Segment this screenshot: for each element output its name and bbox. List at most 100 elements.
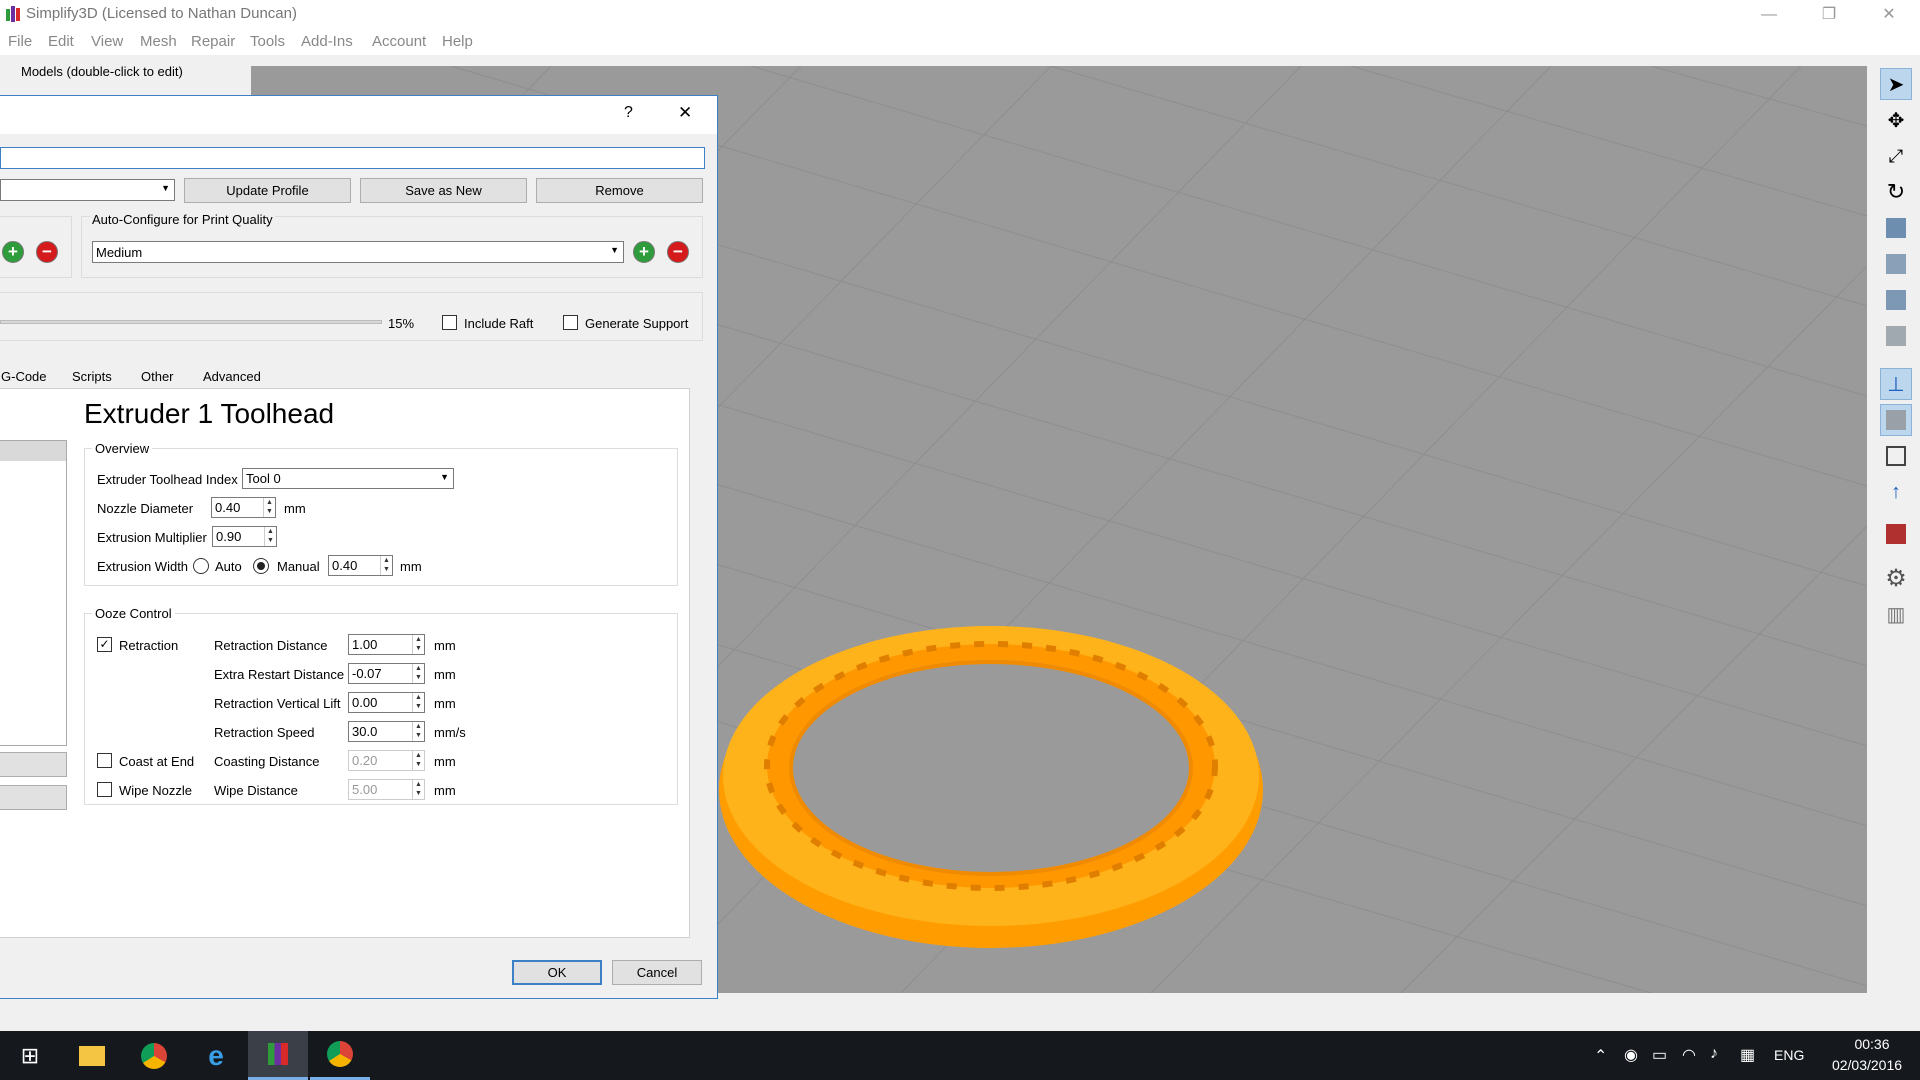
update-profile-button[interactable]: Update Profile <box>184 178 351 203</box>
taskbar-chrome-2[interactable] <box>310 1031 370 1080</box>
help-button[interactable]: ? <box>624 104 633 122</box>
menu-add-ins[interactable]: Add-Ins <box>301 33 353 50</box>
add-quality-icon[interactable]: + <box>633 241 655 263</box>
add-extruder-icon[interactable]: + <box>2 241 24 263</box>
spin-arrows-icon[interactable]: ▲ ▼ <box>412 722 424 741</box>
retraction-speed-input[interactable]: 30.0 ▲ ▼ <box>348 721 425 742</box>
scale-tool-button[interactable]: ⤢ <box>1880 140 1912 172</box>
wireframe-view-button[interactable] <box>1880 440 1912 472</box>
menu-mesh[interactable]: Mesh <box>140 33 177 50</box>
rotate-tool-button[interactable]: ↻ <box>1880 176 1912 208</box>
list-item-selected[interactable] <box>0 441 66 461</box>
view-top-button[interactable] <box>1880 284 1912 316</box>
clock-date[interactable]: 02/03/2016 <box>1822 1057 1912 1073</box>
remove-extruder-icon[interactable]: − <box>36 241 58 263</box>
clock-time[interactable]: 00:36 <box>1842 1036 1902 1052</box>
restore-button[interactable]: ❐ <box>1806 0 1852 29</box>
width-auto-radio[interactable] <box>193 558 209 574</box>
spin-arrows-icon[interactable]: ▲ ▼ <box>412 635 424 654</box>
cancel-button[interactable]: Cancel <box>612 960 702 985</box>
solid-view-button[interactable] <box>1880 404 1912 436</box>
keyboard-icon[interactable]: ▦ <box>1740 1045 1755 1065</box>
view-iso-button[interactable] <box>1880 212 1912 244</box>
retraction-speed-unit: mm/s <box>434 725 466 740</box>
nozzle-diameter-input[interactable]: 0.40 ▲ ▼ <box>211 497 276 518</box>
cross-section-button[interactable] <box>1880 518 1912 550</box>
spin-arrows-icon[interactable]: ▲ ▼ <box>412 751 424 770</box>
coasting-distance-value: 0.20 <box>352 753 378 768</box>
wifi-icon[interactable]: ◠ <box>1682 1045 1696 1065</box>
extra-restart-input[interactable]: -0.07 ▲ ▼ <box>348 663 425 684</box>
tray-chevron-icon[interactable]: ⌃ <box>1594 1046 1607 1066</box>
arrow-up-icon: ↑ <box>1891 480 1901 503</box>
taskbar-simplify3d[interactable] <box>248 1031 308 1080</box>
move-tool-button[interactable]: ✥ <box>1880 104 1912 136</box>
remove-profile-button[interactable]: Remove <box>536 178 703 203</box>
remove-quality-icon[interactable]: − <box>667 241 689 263</box>
tab-scripts[interactable]: Scripts <box>72 369 112 384</box>
retraction-distance-input[interactable]: 1.00 ▲ ▼ <box>348 634 425 655</box>
profile-select[interactable]: ▼ <box>0 179 175 201</box>
toolhead-index-select[interactable]: Tool 0 ▼ <box>242 468 454 489</box>
coasting-distance-input[interactable]: 0.20 ▲ ▼ <box>348 750 425 771</box>
ring-model[interactable] <box>719 626 1263 948</box>
spin-arrows-icon[interactable]: ▲ ▼ <box>412 693 424 712</box>
menu-edit[interactable]: Edit <box>48 33 74 50</box>
axes-toggle-button[interactable]: ⊥ <box>1880 368 1912 400</box>
spin-arrows-icon[interactable]: ▲ ▼ <box>412 664 424 683</box>
normals-button[interactable]: ↑ <box>1880 476 1912 508</box>
extruder-list-button[interactable] <box>0 785 67 810</box>
cursor-icon: ➤ <box>1887 73 1905 96</box>
wipe-distance-unit: mm <box>434 783 456 798</box>
taskbar-chrome[interactable] <box>124 1031 184 1080</box>
start-button[interactable]: ⊞ <box>0 1031 60 1080</box>
menu-tools[interactable]: Tools <box>250 33 285 50</box>
print-quality-select[interactable]: Medium ▼ <box>92 241 624 263</box>
settings-button[interactable]: ⚙ <box>1880 562 1912 594</box>
tab-g-code[interactable]: G-Code <box>1 369 47 384</box>
extruder-list-button[interactable] <box>0 752 67 777</box>
spin-arrows-icon[interactable]: ▲ ▼ <box>264 527 276 546</box>
language-indicator[interactable]: ENG <box>1774 1047 1804 1063</box>
retraction-distance-label: Retraction Distance <box>214 638 328 653</box>
menu-account[interactable]: Account <box>372 33 426 50</box>
volume-icon[interactable]: ♪ <box>1710 1045 1718 1063</box>
include-raft-checkbox[interactable] <box>442 315 457 330</box>
extruder-list[interactable] <box>0 440 67 746</box>
close-window-button[interactable]: ✕ <box>1866 0 1912 29</box>
view-side-button[interactable] <box>1880 320 1912 352</box>
close-dialog-button[interactable]: ✕ <box>678 103 692 123</box>
ok-button[interactable]: OK <box>512 960 602 985</box>
taskbar-ie[interactable]: e <box>186 1031 246 1080</box>
tab-advanced[interactable]: Advanced <box>203 369 261 384</box>
minimize-button[interactable]: — <box>1746 0 1792 29</box>
select-tool-button[interactable]: ➤ <box>1880 68 1912 100</box>
view-front-button[interactable] <box>1880 248 1912 280</box>
infill-slider[interactable] <box>0 320 382 324</box>
coasting-distance-unit: mm <box>434 754 456 769</box>
spin-arrows-icon[interactable]: ▲ ▼ <box>263 498 275 517</box>
vertical-lift-input[interactable]: 0.00 ▲ ▼ <box>348 692 425 713</box>
spin-arrows-icon[interactable]: ▲ ▼ <box>380 556 392 575</box>
process-name-input[interactable] <box>0 147 705 169</box>
save-as-new-button[interactable]: Save as New <box>360 178 527 203</box>
vertical-lift-value: 0.00 <box>352 695 378 710</box>
menu-help[interactable]: Help <box>442 33 473 50</box>
spin-arrows-icon[interactable]: ▲ ▼ <box>412 780 424 799</box>
retraction-checkbox[interactable]: ✓ <box>97 637 112 652</box>
menu-repair[interactable]: Repair <box>191 33 235 50</box>
network-status-icon[interactable]: ◉ <box>1624 1045 1638 1065</box>
width-manual-radio[interactable] <box>253 558 269 574</box>
coast-checkbox[interactable] <box>97 753 112 768</box>
extrusion-width-input[interactable]: 0.40 ▲ ▼ <box>328 555 393 576</box>
taskbar-explorer[interactable] <box>62 1031 122 1080</box>
wipe-distance-input[interactable]: 5.00 ▲ ▼ <box>348 779 425 800</box>
menu-file[interactable]: File <box>8 33 32 50</box>
supports-button[interactable]: ▥ <box>1880 598 1912 630</box>
extrusion-multiplier-input[interactable]: 0.90 ▲ ▼ <box>212 526 277 547</box>
menu-view[interactable]: View <box>91 33 123 50</box>
generate-support-checkbox[interactable] <box>563 315 578 330</box>
tab-other[interactable]: Other <box>141 369 174 384</box>
wipe-checkbox[interactable] <box>97 782 112 797</box>
battery-icon[interactable]: ▭ <box>1652 1045 1667 1065</box>
